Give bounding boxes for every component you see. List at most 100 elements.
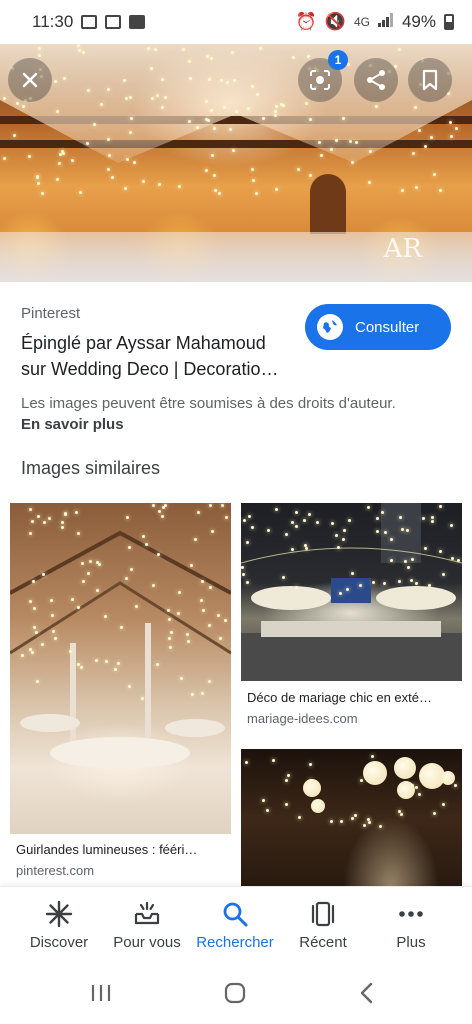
result-title[interactable]: Épinglé par Ayssar Mahamoud sur Wedding … (21, 330, 291, 382)
fairy-light (37, 515, 40, 518)
fairy-light (214, 189, 217, 192)
fairy-light (272, 759, 275, 762)
fairy-light (309, 118, 312, 121)
fairy-light (291, 548, 294, 551)
fairy-light (418, 129, 421, 132)
fairy-light (50, 599, 53, 602)
fairy-light (189, 77, 192, 80)
fairy-light (48, 517, 51, 520)
fairy-light (442, 573, 445, 576)
consult-button[interactable]: Consulter (305, 304, 451, 350)
fairy-light (36, 680, 39, 683)
nav-discover[interactable]: Discover (14, 887, 104, 963)
fairy-light (246, 581, 249, 584)
fairy-light (205, 169, 208, 172)
result-image[interactable]: AR 1 (0, 44, 472, 282)
fairy-light (431, 520, 434, 523)
learn-more-link[interactable]: En savoir plus (21, 416, 124, 433)
fairy-light (335, 139, 338, 142)
result-source[interactable]: Pinterest (21, 305, 80, 322)
similar-image-2[interactable] (241, 503, 462, 681)
fairy-light (368, 181, 371, 184)
similar-caption-2[interactable]: Déco de mariage chic en exté… (247, 690, 457, 705)
fairy-light (128, 685, 131, 688)
fairy-light (142, 535, 145, 538)
fairy-light (209, 586, 212, 589)
similar-caption-1[interactable]: Guirlandes lumineuses : fééri… (16, 842, 226, 857)
fairy-light (398, 48, 401, 51)
fairy-light (404, 560, 407, 563)
fairy-light (411, 784, 414, 787)
fairy-light (82, 580, 85, 583)
fairy-light (200, 599, 203, 602)
fairy-light (126, 158, 129, 161)
fairy-light (77, 44, 80, 47)
fairy-light (161, 78, 164, 81)
fairy-light (415, 786, 418, 789)
fairy-light (187, 640, 190, 643)
nav-plus[interactable]: Plus (366, 887, 456, 963)
fairy-light (201, 580, 204, 583)
share-button[interactable] (354, 58, 398, 102)
nav-recent[interactable]: Récent (280, 887, 366, 963)
fairy-light (310, 784, 313, 787)
fairy-light (287, 774, 290, 777)
fairy-light (16, 102, 19, 105)
similar-image-3[interactable] (241, 749, 462, 889)
fairy-light (275, 508, 278, 511)
fairy-light (305, 102, 308, 105)
home-button[interactable] (220, 980, 250, 1006)
similar-image-1[interactable] (10, 503, 231, 834)
recent-apps-button[interactable] (86, 980, 116, 1006)
fairy-light (177, 612, 180, 615)
fairy-light (205, 100, 208, 103)
fairy-light (450, 135, 453, 138)
fairy-light (418, 793, 421, 796)
fairy-light (305, 547, 308, 550)
fairy-light (152, 584, 155, 587)
fairy-light (229, 128, 232, 131)
fairy-light (354, 814, 357, 817)
fairy-light (21, 654, 24, 657)
fairy-light (381, 511, 384, 514)
battery-icon (444, 14, 454, 30)
fairy-light (247, 107, 250, 110)
back-button[interactable] (352, 980, 382, 1006)
fairy-light (383, 582, 386, 585)
alarm-icon: ⏰ (295, 12, 317, 31)
fairy-light (128, 546, 131, 549)
close-button[interactable] (8, 58, 52, 102)
fairy-light (280, 103, 283, 106)
fairy-light (61, 526, 64, 529)
fairy-light (218, 192, 221, 195)
battery-percent: 49% (401, 12, 436, 31)
fairy-light (130, 568, 133, 571)
fairy-light (157, 553, 160, 556)
fairy-light (457, 559, 460, 562)
status-right: ⏰ 🔇 4G 49% (296, 12, 454, 32)
save-button[interactable] (408, 58, 452, 102)
fairy-light (401, 528, 404, 531)
network-type: 4G (353, 15, 370, 29)
fairy-light (347, 63, 350, 66)
fairy-light (42, 573, 45, 576)
fairy-light (86, 142, 89, 145)
fairy-light (31, 520, 34, 523)
fairy-light (61, 521, 64, 524)
fairy-light (38, 54, 41, 57)
fairy-light (125, 97, 128, 100)
close-icon (22, 72, 38, 88)
fairy-light (82, 51, 85, 54)
nav-rechercher[interactable]: Rechercher (190, 887, 280, 963)
fairy-light (401, 189, 404, 192)
nav-label: Discover (29, 933, 89, 951)
gallery-icon (81, 15, 98, 29)
similar-domain-2: mariage-idees.com (247, 711, 358, 726)
fairy-light (161, 106, 164, 109)
nav-pour-vous[interactable]: Pour vous (104, 887, 190, 963)
system-navigation-bar (0, 962, 472, 1024)
similar-domain-1: pinterest.com (16, 863, 95, 878)
fairy-light (367, 506, 370, 509)
fairy-light (31, 651, 34, 654)
fairy-light (38, 47, 41, 50)
